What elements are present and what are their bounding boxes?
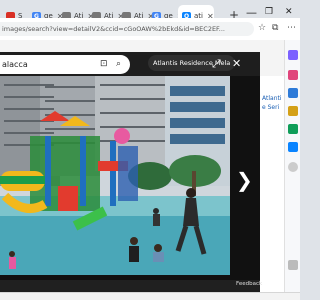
- add-icon[interactable]: [288, 162, 298, 172]
- result-title[interactable]: e Seri: [262, 104, 279, 111]
- bottom-strip: [0, 292, 300, 300]
- image-title[interactable]: Atlantis Residence Mela: [148, 55, 236, 71]
- browser-sidebar: [284, 40, 300, 292]
- restore-icon[interactable]: ❐: [265, 7, 273, 17]
- feedback-link[interactable]: Feedback: [236, 281, 262, 287]
- main-photo[interactable]: [0, 76, 230, 275]
- shopping-icon[interactable]: [288, 70, 298, 80]
- tools-icon[interactable]: [288, 88, 298, 98]
- outlook-icon[interactable]: [288, 142, 298, 152]
- extensions-icon[interactable]: ⧉: [272, 23, 278, 33]
- expand-icon[interactable]: ⤢: [212, 57, 221, 71]
- sidebar-settings-icon[interactable]: [288, 260, 298, 270]
- url-field[interactable]: images/search?view=detailV2&ccid=cGoOAW%…: [0, 22, 254, 36]
- browser-window: { "tabs": [ {"label": "S", "favicon": "s…: [0, 0, 300, 300]
- more-menu-icon[interactable]: ⋯: [287, 23, 296, 33]
- search-icon[interactable]: ⌕: [116, 55, 121, 74]
- search-query: alacca: [2, 60, 28, 69]
- result-title[interactable]: Atlanti: [262, 95, 282, 102]
- favorite-star-icon[interactable]: ☆: [258, 23, 266, 33]
- search-input[interactable]: alacca ⊡ ⌕: [0, 55, 130, 74]
- games-icon[interactable]: [288, 106, 298, 116]
- close-icon[interactable]: ✕: [232, 57, 241, 70]
- address-bar: images/search?view=detailV2&ccid=cGoOAW%…: [0, 18, 300, 40]
- close-window-icon[interactable]: ✕: [285, 7, 293, 17]
- visual-search-icon[interactable]: ⊡: [100, 55, 108, 74]
- chevron-right-icon[interactable]: ❯: [236, 168, 253, 192]
- office-icon[interactable]: [288, 124, 298, 134]
- waterpark-photo: [0, 76, 230, 275]
- lightbox-footer: [0, 280, 260, 292]
- copilot-icon[interactable]: [288, 50, 298, 60]
